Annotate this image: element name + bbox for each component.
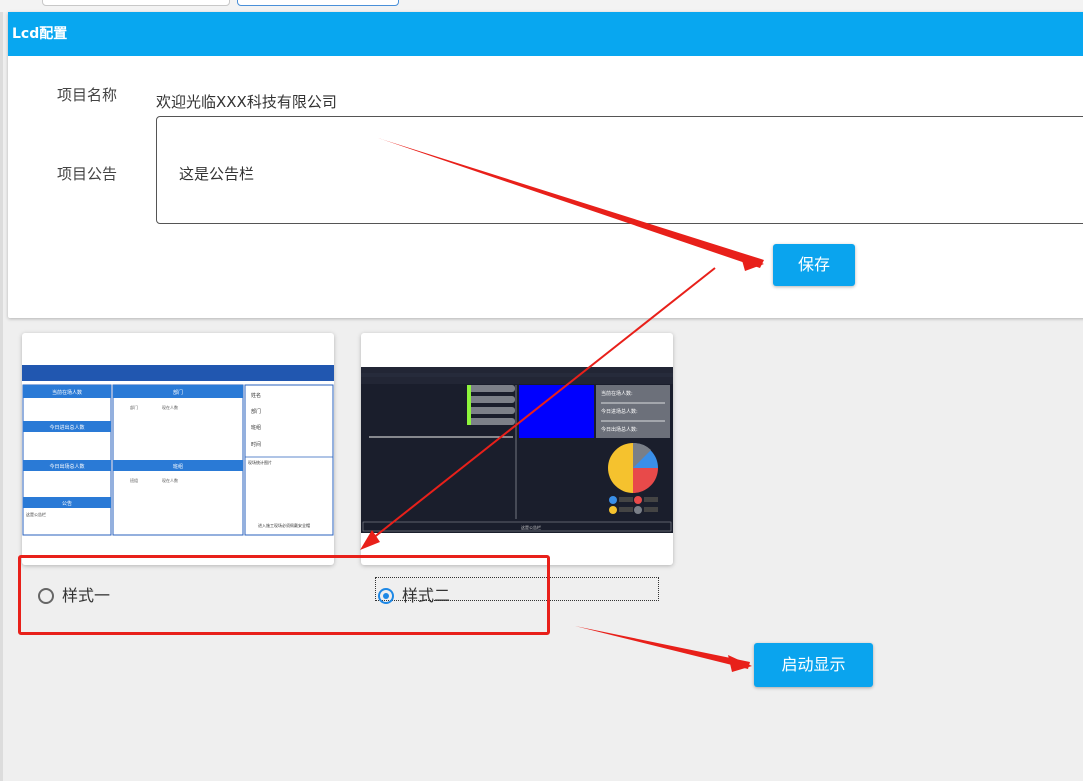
svg-text:现在人数: 现在人数: [162, 477, 178, 483]
style-two-preview[interactable]: 当前在场人数: 今日进场总人数: 今日出场总人数: 这是公告栏: [361, 333, 673, 565]
svg-text:班组: 班组: [173, 463, 183, 470]
lcd-config-panel: Lcd配置 项目名称 欢迎光临XXX科技有限公司 项目公告 这是公告栏 保存: [8, 12, 1083, 318]
svg-text:进入施工现场必须佩戴安全帽: 进入施工现场必须佩戴安全帽: [258, 522, 310, 528]
project-notice-textarea[interactable]: 这是公告栏: [156, 116, 1083, 224]
project-notice-label: 项目公告: [57, 165, 118, 183]
style-one-preview[interactable]: 当前在场人数 今日进出总人数 今日出场总人数 公告 这是公告栏 部门 部门 现在…: [22, 333, 334, 565]
svg-text:部门: 部门: [130, 404, 138, 410]
project-name-field[interactable]: 欢迎光临XXX科技有限公司: [156, 91, 337, 112]
svg-text:今日进场总人数:: 今日进场总人数:: [601, 408, 638, 415]
left-border: [0, 0, 3, 781]
svg-text:今日出场总人数: 今日出场总人数: [49, 463, 84, 470]
svg-text:班组: 班组: [251, 424, 261, 431]
svg-text:部门: 部门: [173, 389, 183, 396]
style-one-thumbnail: 当前在场人数 今日进出总人数 今日出场总人数 公告 这是公告栏 部门 部门 现在…: [22, 365, 334, 536]
panel-title: Lcd配置: [8, 12, 1083, 56]
svg-text:这是公告栏: 这是公告栏: [521, 524, 541, 530]
annotation-highlight-box: [18, 555, 550, 635]
svg-text:现在人数: 现在人数: [162, 404, 178, 410]
top-toolbar-strip: [0, 0, 1083, 12]
svg-text:姓名: 姓名: [251, 392, 261, 399]
svg-text:当前在场人数: 当前在场人数: [52, 389, 82, 396]
notice-text: 这是公告栏: [179, 165, 255, 183]
svg-text:部门: 部门: [251, 408, 261, 415]
top-input-field[interactable]: [42, 0, 230, 6]
svg-text:当前在场人数:: 当前在场人数:: [601, 390, 633, 397]
arrow-to-start: [575, 626, 750, 669]
top-action-button[interactable]: [237, 0, 399, 6]
svg-text:今日出场总人数:: 今日出场总人数:: [601, 426, 638, 433]
svg-text:时间: 时间: [251, 441, 261, 448]
svg-text:这是公告栏: 这是公告栏: [26, 511, 46, 517]
svg-text:公告: 公告: [62, 500, 72, 507]
start-display-button[interactable]: 启动显示: [754, 643, 873, 687]
svg-text:今日进出总人数: 今日进出总人数: [49, 424, 84, 431]
svg-text:班组: 班组: [130, 477, 138, 483]
save-button[interactable]: 保存: [773, 244, 855, 286]
style-two-thumbnail: 当前在场人数: 今日进场总人数: 今日出场总人数: 这是公告栏: [361, 367, 673, 533]
svg-text:现场统计图片: 现场统计图片: [248, 459, 272, 465]
project-name-label: 项目名称: [57, 86, 118, 104]
